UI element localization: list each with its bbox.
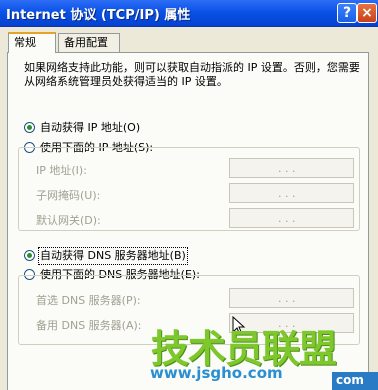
alternate-dns-label: 备用 DNS 服务器(A): xyxy=(36,319,142,332)
ip-address-field[interactable]: . . . xyxy=(229,158,354,178)
subnet-mask-placeholder: . . . xyxy=(278,187,296,200)
watermark-badge: com xyxy=(332,372,378,390)
preferred-dns-placeholder: . . . xyxy=(278,292,296,305)
tcpip-properties-dialog: Internet 协议 (TCP/IP) 属性 ? × 常规 备用配置 如果网络… xyxy=(0,0,378,390)
window-title: Internet 协议 (TCP/IP) 属性 xyxy=(6,8,191,23)
default-gateway-row: 默认网关(D): . . . xyxy=(36,208,356,230)
title-bar[interactable]: Internet 协议 (TCP/IP) 属性 ? × xyxy=(0,0,378,27)
subnet-mask-field[interactable]: . . . xyxy=(229,183,354,203)
preferred-dns-row: 首选 DNS 服务器(P): . . . xyxy=(36,288,356,310)
watermark-badge-text: com xyxy=(336,373,364,387)
default-gateway-label: 默认网关(D): xyxy=(36,214,101,227)
ip-address-label: IP 地址(I): xyxy=(36,164,87,177)
watermark-url: www.jsgho.com xyxy=(150,364,283,382)
tab-general[interactable]: 常规 xyxy=(8,32,56,53)
help-button[interactable]: ? xyxy=(337,3,357,23)
preferred-dns-label: 首选 DNS 服务器(P): xyxy=(36,294,141,307)
radio-auto-ip-label: 自动获得 IP 地址(O) xyxy=(40,121,141,134)
ip-address-placeholder: . . . xyxy=(278,162,296,175)
ip-address-row: IP 地址(I): . . . xyxy=(36,158,356,180)
radio-auto-dns-label: 自动获得 DNS 服务器地址(B) xyxy=(38,247,188,265)
default-gateway-field[interactable]: . . . xyxy=(229,208,354,228)
tab-alternate-configuration[interactable]: 备用配置 xyxy=(58,33,120,52)
description-text: 如果网络支持此功能，则可以获取自动指派的 IP 设置。否则，您需要从网络系统管理… xyxy=(24,61,360,88)
radio-button-checked[interactable] xyxy=(24,122,35,133)
preferred-dns-field[interactable]: . . . xyxy=(229,288,354,308)
close-button[interactable]: × xyxy=(357,3,377,23)
default-gateway-placeholder: . . . xyxy=(278,212,296,225)
subnet-mask-label: 子网掩码(U): xyxy=(36,189,101,202)
radio-button-checked[interactable] xyxy=(24,250,35,261)
subnet-mask-row: 子网掩码(U): . . . xyxy=(36,183,356,205)
